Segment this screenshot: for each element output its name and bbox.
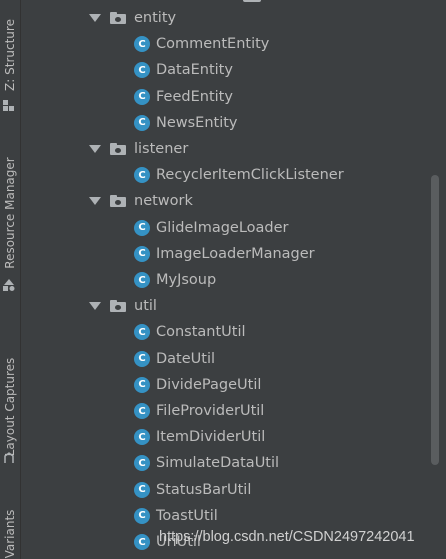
java-class-icon: C — [134, 167, 150, 184]
structure-icon — [3, 100, 15, 112]
java-class-icon: C — [134, 507, 150, 524]
tree-item-label: listener — [134, 141, 189, 157]
package-folder-row[interactable]: network — [89, 188, 193, 214]
tree-item-label: ConstantUtil — [156, 324, 246, 341]
java-class-icon: C — [134, 36, 150, 53]
tree-item-label: CommentEntity — [156, 36, 270, 53]
layout-captures-icon — [3, 452, 15, 464]
tree-item-label: NewsEntity — [156, 114, 238, 131]
package-folder-icon — [110, 195, 126, 208]
tree-item-label: GlideImageLoader — [156, 219, 289, 236]
java-class-icon: C — [134, 62, 150, 79]
package-folder-icon — [110, 143, 126, 155]
java-class-icon: C — [134, 245, 150, 262]
java-class-icon: C — [134, 88, 150, 105]
tree-item-label: network — [134, 193, 193, 210]
expand-arrow-icon[interactable] — [89, 145, 101, 153]
package-folder-icon — [110, 300, 126, 313]
tree-item-label: DataEntity — [156, 62, 233, 79]
expand-arrow-icon[interactable] — [89, 14, 101, 22]
vertical-scrollbar[interactable] — [431, 175, 439, 465]
partial-row-icon — [243, 0, 261, 2]
java-class-icon: C — [134, 403, 150, 419]
java-class-icon: C — [134, 534, 150, 550]
class-file-row[interactable]: C DataEntity — [134, 57, 233, 83]
class-file-row[interactable]: C RecyclerItemClickListener — [134, 162, 344, 188]
tree-item-label: entity — [134, 10, 177, 26]
resource-manager-icon — [3, 279, 15, 291]
tab-structure[interactable]: Z: Structure — [3, 19, 17, 91]
package-folder-row[interactable]: util — [89, 293, 157, 319]
java-class-icon: C — [134, 324, 150, 341]
tab-variants[interactable]: Variants — [3, 510, 17, 559]
tree-item-label: FileProviderUtil — [156, 403, 265, 419]
class-file-row[interactable]: C MyJsoup — [134, 267, 216, 293]
tree-item-label: MyJsoup — [156, 272, 217, 288]
tree-item-label: SimulateDataUtil — [156, 455, 280, 472]
java-class-icon: C — [134, 481, 150, 498]
tree-item-label: ToastUtil — [156, 507, 218, 524]
tool-window-sidebar: Z: Structure Resource Manager Layout Cap… — [0, 0, 21, 559]
class-file-row[interactable]: C SimulateDataUtil — [134, 450, 279, 476]
java-class-icon: C — [134, 219, 150, 236]
package-folder-row[interactable]: listener — [89, 136, 188, 162]
class-file-row[interactable]: C DividePageUtil — [134, 372, 261, 398]
class-file-row[interactable]: C NewsEntity — [134, 110, 238, 136]
tree-item-label: util — [134, 298, 157, 315]
project-tree: entity C CommentEntity C DataEntity C FeedEnti… — [21, 0, 446, 559]
tree-item-label: ItemDividerUtil — [156, 429, 266, 446]
class-file-row[interactable]: C FeedEntity — [134, 84, 233, 110]
java-class-icon: C — [134, 455, 150, 472]
tab-resource-manager[interactable]: Resource Manager — [3, 157, 17, 268]
class-file-row[interactable]: C FileProviderUtil — [134, 398, 264, 424]
class-file-row[interactable]: C GlideImageLoader — [134, 215, 289, 241]
java-class-icon: C — [134, 114, 150, 131]
class-file-row[interactable]: C ConstantUtil — [134, 319, 246, 345]
tab-layout-captures[interactable]: Layout Captures — [3, 358, 17, 457]
watermark: https://blog.csdn.net/CSDN2497242041 — [159, 529, 415, 545]
java-class-icon: C — [134, 376, 150, 393]
expand-arrow-icon[interactable] — [89, 302, 101, 311]
package-folder-icon — [110, 12, 126, 24]
class-file-row[interactable]: C CommentEntity — [134, 31, 269, 57]
java-class-icon: C — [134, 272, 150, 288]
tree-item-label: DividePageUtil — [156, 376, 262, 393]
java-class-icon: C — [134, 350, 150, 367]
tree-item-label: StatusBarUtil — [156, 481, 252, 498]
expand-arrow-icon[interactable] — [89, 197, 101, 206]
class-file-row[interactable]: C DateUtil — [134, 346, 215, 372]
class-file-row[interactable]: C ItemDividerUtil — [134, 424, 265, 450]
tree-item-label: RecyclerItemClickListener — [156, 167, 344, 184]
class-file-row[interactable]: C StatusBarUtil — [134, 477, 251, 503]
tree-item-label: ImageLoaderManager — [156, 245, 315, 262]
class-file-row[interactable]: C ImageLoaderManager — [134, 241, 315, 267]
java-class-icon: C — [134, 429, 150, 446]
tree-item-label: DateUtil — [156, 350, 216, 367]
tree-item-label: FeedEntity — [156, 88, 233, 105]
class-file-row[interactable]: C ToastUtil — [134, 503, 218, 529]
package-folder-row[interactable]: entity — [89, 5, 176, 31]
